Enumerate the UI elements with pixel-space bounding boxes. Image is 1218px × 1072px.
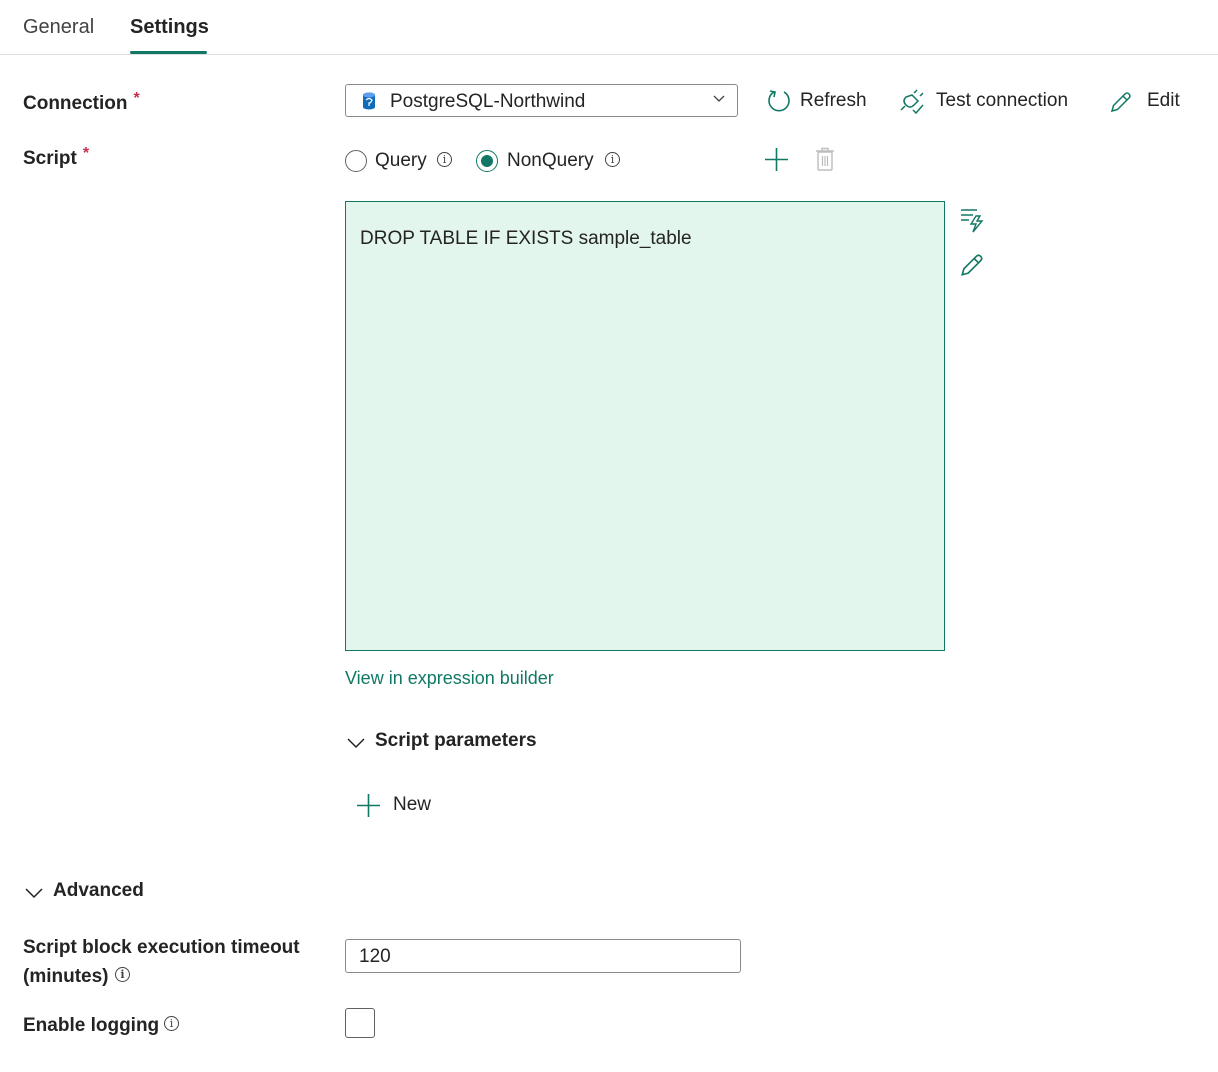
edit-script-pencil-icon[interactable] [959, 252, 985, 278]
format-lightning-icon[interactable] [959, 207, 985, 233]
edit-label: Edit [1147, 90, 1180, 111]
required-mark: * [82, 145, 90, 162]
script-label: Script * [23, 145, 90, 170]
expression-builder-link[interactable]: View in expression builder [345, 668, 554, 689]
timeout-label-line2: (minutes) [23, 966, 109, 987]
logging-label-text: Enable logging [23, 1015, 160, 1036]
pencil-icon [1110, 92, 1131, 113]
chevron-down-icon [347, 738, 365, 749]
logging-label: Enable logging [23, 1015, 159, 1037]
chevron-down-icon [713, 95, 725, 102]
tab-general[interactable]: General [23, 16, 94, 39]
test-connection-button[interactable]: Test connection [899, 88, 1074, 116]
edit-connection-button[interactable]: Edit [1109, 88, 1184, 116]
add-script-icon[interactable] [764, 147, 789, 172]
info-icon[interactable]: i [164, 1016, 179, 1031]
postgresql-icon [363, 92, 375, 110]
connection-selected-value: PostgreSQL-Northwind [390, 91, 586, 112]
chevron-down-icon [25, 888, 43, 899]
timeout-input[interactable]: 120 [345, 939, 741, 973]
info-icon[interactable]: i [605, 152, 620, 167]
timeout-label-line1: Script block execution timeout [23, 937, 300, 958]
script-content: DROP TABLE IF EXISTS sample_table [360, 228, 692, 249]
plug-check-icon [900, 89, 924, 114]
enable-logging-checkbox[interactable] [345, 1008, 375, 1038]
connection-label: Connection * [23, 90, 140, 115]
radio-query[interactable] [345, 150, 367, 172]
refresh-icon [768, 90, 790, 112]
radio-nonquery[interactable] [476, 150, 498, 172]
required-mark: * [133, 90, 140, 107]
new-parameter-label: New [393, 794, 432, 815]
test-connection-label: Test connection [936, 90, 1069, 111]
new-parameter-button[interactable]: New [356, 793, 446, 819]
refresh-label: Refresh [800, 90, 867, 111]
refresh-button[interactable]: Refresh [766, 88, 867, 116]
timeout-label: Script block execution timeout (minutes)… [23, 933, 300, 991]
plus-icon [357, 794, 380, 817]
script-label-text: Script [23, 148, 77, 169]
advanced-label: Advanced [53, 880, 144, 901]
connection-dropdown[interactable]: PostgreSQL-Northwind [345, 84, 738, 117]
info-icon[interactable]: i [115, 967, 130, 982]
tab-settings[interactable]: Settings [130, 16, 209, 39]
radio-query-label: Query [375, 150, 427, 171]
tab-bar: General Settings [0, 0, 1218, 55]
active-tab-indicator [130, 51, 207, 54]
radio-nonquery-label: NonQuery [507, 150, 594, 171]
connection-label-text: Connection [23, 93, 128, 114]
info-icon[interactable]: i [437, 152, 452, 167]
script-parameters-label: Script parameters [375, 730, 537, 751]
delete-icon[interactable] [815, 147, 835, 172]
script-editor[interactable]: DROP TABLE IF EXISTS sample_table [345, 201, 945, 651]
